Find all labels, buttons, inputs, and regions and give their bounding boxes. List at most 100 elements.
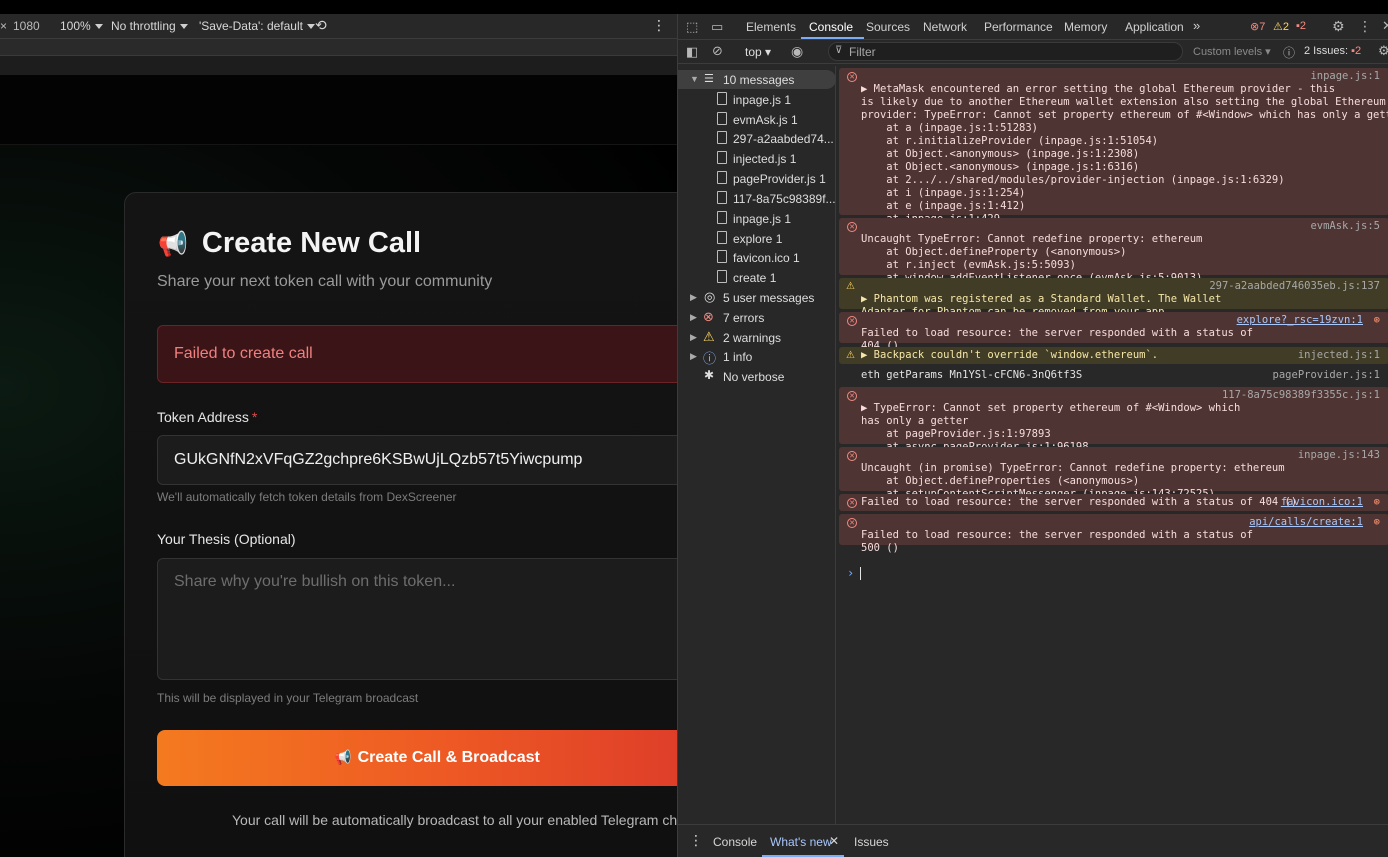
devtools-menu-icon[interactable]: ⋮ [1358,18,1372,35]
inspect-element-icon[interactable]: ⬚ [686,19,698,35]
rotate-icon[interactable]: ⟲ [315,17,327,34]
message-source-link[interactable]: 297-a2aabded746035eb.js:137 [1209,280,1380,293]
sidebar-item-file[interactable]: create 1 [678,268,836,287]
console-message-error[interactable]: ✕ Uncaught TypeError: Cannot redefine pr… [839,218,1388,284]
megaphone-icon: 📢 [334,749,352,765]
console-message-error[interactable]: ✕ ▶ TypeError: Cannot set property ether… [839,387,1388,453]
sidebar-item-file[interactable]: 117-8a75c98389f... [678,189,836,208]
console-message-error[interactable]: ✕ Failed to load resource: the server re… [839,312,1388,352]
sidebar-item-file[interactable]: pageProvider.js 1 [678,169,836,188]
sidebar-item-file[interactable]: favicon.ico 1 [678,248,836,267]
message-source-link[interactable]: 117-8a75c98389f3355c.js:1 [1222,389,1380,402]
network-icon: ⊛ [1373,516,1380,528]
error-icon: ✕ [847,316,857,326]
message-text: ▶ TypeError: Cannot set property ethereu… [861,402,1241,453]
console-message-error[interactable]: ✕ Failed to load resource: the server re… [839,514,1388,554]
sidebar-toggle-icon[interactable]: ◧ [686,44,698,60]
file-icon [717,151,727,164]
message-source-link[interactable]: injected.js:1 [1298,349,1380,362]
height-field[interactable]: 1080 [13,19,40,33]
console-message-error[interactable]: ✕ Uncaught (in promise) TypeError: Canno… [839,447,1388,500]
sidebar-item-file[interactable]: injected.js 1 [678,149,836,168]
console-message-warning[interactable]: ⚠ ▶ Backpack couldn't override `window.e… [839,347,1388,364]
tab-console[interactable]: Console [809,20,853,34]
tab-sources[interactable]: Sources [866,20,910,34]
log-levels-select[interactable]: Custom levels ▾ [1193,45,1271,58]
error-icon: ✕ [847,72,857,82]
drawer-tab-whats-new[interactable]: What's new [770,835,832,849]
bug-icon: ✱ [704,368,715,382]
active-tab-indicator [801,37,864,39]
token-address-label: Token Address * [157,409,258,425]
device-ruler [0,39,677,56]
sidebar-item-errors[interactable]: ▶ ⊗ 7 errors [678,308,836,327]
message-source-link[interactable]: inpage.js:1 [1310,70,1380,83]
console-message-warning[interactable]: ⚠ ▶ Phantom was registered as a Standard… [839,278,1388,318]
message-source-link[interactable]: favicon.ico:1 [1281,496,1363,509]
sidebar-item-info[interactable]: ▶ ⓘ 1 info [678,347,836,366]
message-source-link[interactable]: pageProvider.js:1 [1273,369,1380,382]
drawer-tab-console[interactable]: Console [713,835,757,849]
console-messages: ✕ ▶ MetaMask encountered an error settin… [837,66,1388,824]
issues-summary[interactable]: 2 Issues: ▪2 [1304,45,1361,57]
error-icon: ✕ [847,391,857,401]
thesis-textarea[interactable] [157,558,677,680]
tab-application[interactable]: Application [1125,20,1184,34]
context-select[interactable]: top ▾ [745,45,771,59]
sidebar-item-file[interactable]: evmAsk.js 1 [678,110,836,129]
file-icon [717,250,727,263]
issues-count-badge[interactable]: ▪2 [1296,20,1306,32]
token-address-input[interactable] [157,435,677,485]
file-icon [717,191,727,204]
expand-right-icon: ▶ [690,332,697,342]
device-media-bar [0,56,677,75]
close-tab-icon[interactable]: ✕ [829,834,839,848]
sidebar-item-verbose[interactable]: ✱ No verbose [678,367,836,386]
message-source-link[interactable]: api/calls/create:1 [1249,516,1363,529]
drawer-tab-issues[interactable]: Issues [854,835,889,849]
sidebar-item-user-messages[interactable]: ▶ ◎ 5 user messages [678,288,836,307]
sidebar-item-file[interactable]: inpage.js 1 [678,90,836,109]
tab-performance[interactable]: Performance [984,20,1053,34]
console-toolbar: ◧ ⊘ top ▾ ◉ ⊽ Custom levels ▾ ⓘ 2 Issues… [678,40,1388,64]
more-options-icon[interactable]: ⋮ [652,17,666,34]
sidebar-item-file[interactable]: 297-a2aabded74... [678,129,836,148]
message-source-link[interactable]: evmAsk.js:5 [1310,220,1380,233]
create-call-card: 📢 Create New Call Share your next token c… [124,192,677,857]
message-source-link[interactable]: explore?_rsc=19zvn:1 [1237,314,1363,327]
thesis-label: Your Thesis (Optional) [157,531,296,547]
prompt-chevron-icon: › [847,566,855,580]
close-devtools-icon[interactable]: ✕ [1382,18,1388,34]
console-message-error[interactable]: ✕ Failed to load resource: the server re… [839,494,1388,511]
console-settings-gear-icon[interactable]: ⚙ [1378,43,1388,59]
broadcast-note: Your call will be automatically broadcas… [232,812,677,828]
sidebar-item-file[interactable]: inpage.js 1 [678,209,836,228]
expand-right-icon: ▶ [690,312,697,322]
sidebar-item-messages[interactable]: ▼ ☰ 10 messages [678,70,836,89]
tab-elements[interactable]: Elements [746,20,796,34]
tab-network[interactable]: Network [923,20,967,34]
console-message-error[interactable]: ✕ ▶ MetaMask encountered an error settin… [839,68,1388,225]
device-toggle-icon[interactable]: ▭ [711,19,723,35]
create-call-button[interactable]: 📢 Create Call & Broadcast [157,730,677,786]
warning-count-badge[interactable]: ⚠2 [1273,20,1289,33]
more-tabs-icon[interactable]: » [1193,18,1200,33]
thesis-hint: This will be displayed in your Telegram … [157,691,419,705]
drawer-menu-icon[interactable]: ⋮ [689,832,703,849]
settings-gear-icon[interactable]: ⚙ [1332,18,1345,35]
save-data-select[interactable]: 'Save-Data': default [199,19,315,33]
error-count-badge[interactable]: ⊗7 [1250,20,1265,33]
message-source-link[interactable]: inpage.js:143 [1298,449,1380,462]
console-prompt[interactable]: › [847,566,862,580]
throttling-select[interactable]: No throttling [111,19,188,33]
clear-console-icon[interactable]: ⊘ [712,43,723,59]
zoom-select[interactable]: 100% [60,19,103,33]
console-message-log[interactable]: eth getParams Mn1YSl-cFCN6-3nQ6tf3S page… [839,367,1388,384]
tab-memory[interactable]: Memory [1064,20,1107,34]
console-filter-input[interactable] [828,42,1183,61]
sidebar-item-file[interactable]: explore 1 [678,229,836,248]
live-expression-eye-icon[interactable]: ◉ [791,43,803,60]
sidebar-item-warnings[interactable]: ▶ ⚠ 2 warnings [678,328,836,347]
info-icon: ⓘ [703,351,717,366]
warning-icon: ⚠ [846,281,855,292]
